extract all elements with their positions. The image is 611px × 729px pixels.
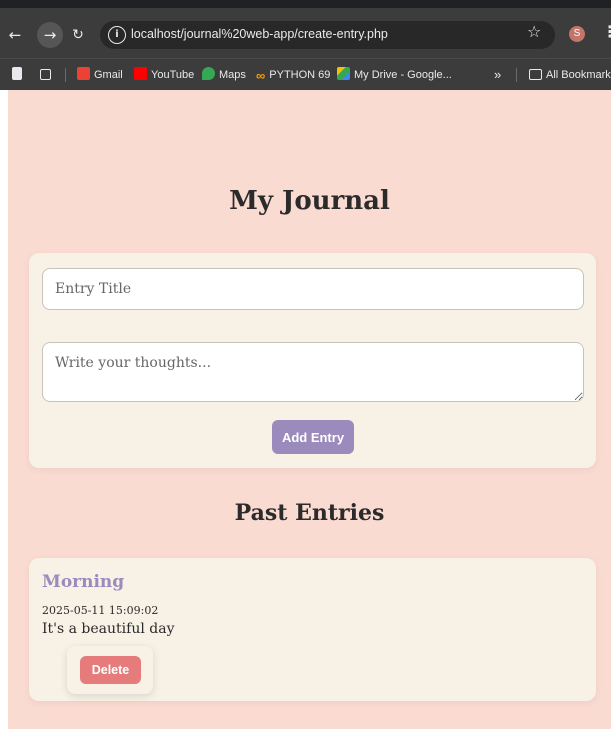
bookmarks-bar: Gmail YouTube Maps ∞ PYTHON 69 My Drive -… — [0, 58, 611, 90]
entry-body-textarea[interactable] — [42, 342, 584, 402]
drive-icon — [337, 67, 350, 80]
page-title: My Journal — [229, 186, 390, 216]
folder-icon — [529, 69, 542, 80]
star-icon[interactable]: ☆ — [527, 22, 541, 41]
gmail-icon — [77, 67, 90, 80]
delete-entry-button[interactable]: Delete — [80, 656, 141, 684]
infinity-icon: ∞ — [256, 68, 266, 83]
forward-arrow-icon[interactable]: → — [37, 22, 63, 48]
profile-avatar[interactable]: S — [569, 26, 585, 42]
bookmark-separator — [516, 68, 517, 82]
address-bar[interactable]: i localhost/journal%20web-app/create-ent… — [100, 21, 555, 49]
bookmark-separator — [65, 68, 66, 82]
info-icon[interactable]: i — [108, 26, 126, 44]
past-entries-heading: Past Entries — [234, 500, 385, 526]
browser-toolbar: ← → ↻ i localhost/journal%20web-app/crea… — [0, 0, 611, 58]
entry-timestamp: 2025-05-11 15:09:02 — [42, 604, 159, 617]
bookmark-label: Maps — [219, 69, 246, 81]
bookmark-label: My Drive - Google... — [354, 69, 452, 81]
bookmark-label: YouTube — [151, 69, 195, 81]
add-entry-button[interactable]: Add Entry — [272, 420, 354, 454]
maps-icon — [202, 67, 215, 80]
page-content: My Journal Add Entry Past Entries Mornin… — [8, 90, 611, 729]
bookmark-youtube[interactable]: YouTube — [134, 67, 194, 83]
entry-form: Add Entry — [29, 253, 596, 468]
delete-button-container: Delete — [67, 646, 153, 694]
reload-icon[interactable]: ↻ — [67, 24, 89, 46]
bookmark-gmail[interactable]: Gmail — [77, 67, 123, 83]
entry-title: Morning — [42, 572, 125, 592]
entry-title-input[interactable] — [42, 268, 584, 310]
more-bookmarks-button[interactable]: » — [494, 67, 501, 83]
kebab-menu-icon[interactable]: ⋮ — [602, 22, 611, 41]
all-bookmarks-button[interactable]: All Bookmarks — [529, 67, 611, 83]
apps-grid-icon[interactable] — [40, 67, 55, 83]
bookmark-python[interactable]: ∞ PYTHON 69 — [256, 67, 330, 83]
bookmark-label: Gmail — [94, 69, 123, 81]
url-text[interactable]: localhost/journal%20web-app/create-entry… — [131, 27, 388, 41]
entry-card: Morning 2025-05-11 15:09:02 It's a beaut… — [29, 558, 596, 701]
bookmark-drive[interactable]: My Drive - Google... — [337, 67, 452, 83]
back-arrow-icon[interactable]: ← — [4, 24, 26, 46]
all-bookmarks-label: All Bookmarks — [546, 69, 611, 81]
bookmark-label: PYTHON 69 — [269, 69, 331, 81]
youtube-icon — [134, 67, 147, 80]
bookmark-maps[interactable]: Maps — [202, 67, 246, 83]
entry-body: It's a beautiful day — [42, 621, 175, 637]
sidebar-toggle-icon[interactable] — [12, 67, 26, 83]
